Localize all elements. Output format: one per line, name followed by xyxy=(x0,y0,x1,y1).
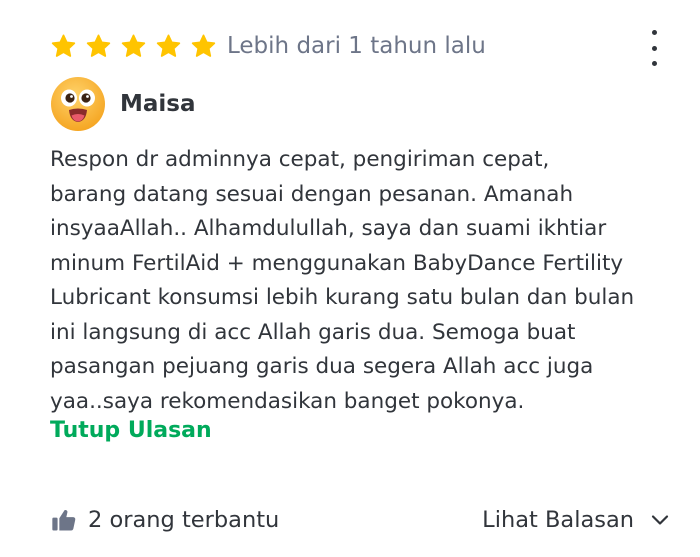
review-text-line: pasangan pejuang garis dua segera Allah … xyxy=(50,354,594,379)
chevron-down-icon xyxy=(650,510,670,530)
review-text-line: minum FertilAid + menggunakan BabyDance … xyxy=(50,250,624,276)
surprised-face-emoji-icon xyxy=(50,76,106,132)
view-replies-label: Lihat Balasan xyxy=(482,507,634,533)
more-dot xyxy=(651,45,657,51)
more-dot xyxy=(651,61,657,66)
review-text-line: Lubricant konsumsi lebih kurang satu bul… xyxy=(50,285,635,310)
helpful-button[interactable]: 2 orang terbantu xyxy=(50,506,279,534)
review-text-line: yaa..saya rekomendasikan banget pokonya. xyxy=(50,388,525,414)
star-icon xyxy=(50,33,77,60)
review-body: Respon dr adminnya cepat, pengiriman cep… xyxy=(50,143,690,419)
view-replies-button[interactable]: Lihat Balasan xyxy=(482,507,670,533)
review-text-line: barang datang sesuai dengan pesanan. Ama… xyxy=(50,181,574,207)
review-text-line: Respon dr adminnya cepat, pengiriman cep… xyxy=(50,147,550,172)
star-icon xyxy=(155,33,182,60)
reviewer: Maisa xyxy=(50,76,196,132)
more-dot xyxy=(651,30,657,35)
rating-row: Lebih dari 1 tahun lalu xyxy=(50,28,486,64)
review-text-line: insyaaAllah.. Alhamdulullah, saya dan su… xyxy=(50,216,607,241)
star-rating xyxy=(50,33,225,60)
star-icon xyxy=(85,33,112,60)
star-icon xyxy=(120,33,147,60)
star-icon xyxy=(190,33,217,60)
helpful-count: 2 orang terbantu xyxy=(88,507,280,533)
collapse-review-link[interactable]: Tutup Ulasan xyxy=(50,418,212,443)
review-text-line: ini langsung di acc Allah garis dua. Sem… xyxy=(50,319,576,345)
reviewer-name[interactable]: Maisa xyxy=(120,91,196,117)
review-footer: 2 orang terbantu Lihat Balasan xyxy=(50,500,670,540)
thumbs-up-icon xyxy=(50,506,78,534)
review-time: Lebih dari 1 tahun lalu xyxy=(227,33,486,59)
more-vertical-icon[interactable] xyxy=(640,30,668,66)
review-card: Lebih dari 1 tahun lalu Maisa Respon dr … xyxy=(0,0,700,557)
